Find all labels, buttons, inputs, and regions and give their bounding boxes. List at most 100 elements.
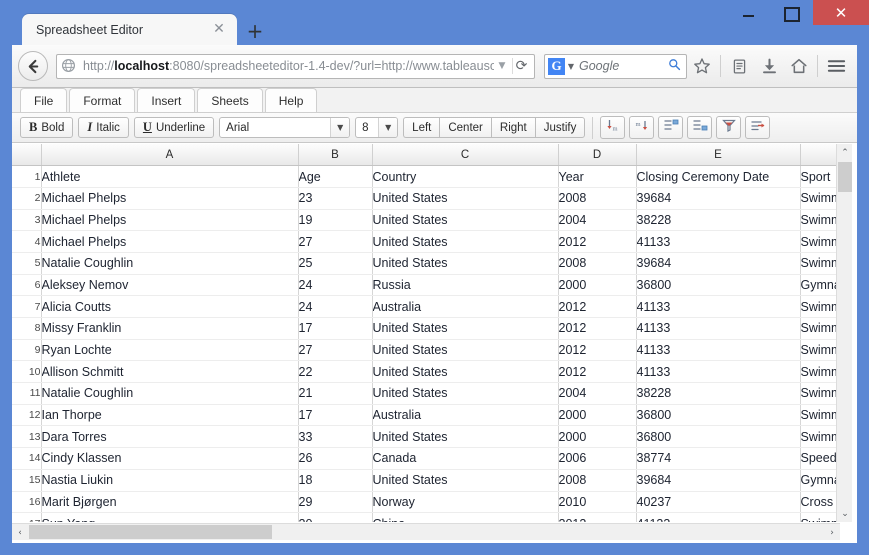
cell[interactable]: Alicia Coutts xyxy=(41,295,299,318)
cell[interactable]: 25 xyxy=(298,252,373,275)
cell[interactable]: 2004 xyxy=(558,382,637,405)
cell[interactable]: 41133 xyxy=(636,230,801,253)
italic-button[interactable]: I Italic xyxy=(78,117,129,138)
cell[interactable]: 38228 xyxy=(636,382,801,405)
cell[interactable]: 2000 xyxy=(558,274,637,297)
cell[interactable]: United States xyxy=(372,187,559,210)
cell[interactable]: Cindy Klassen xyxy=(41,447,299,470)
cell[interactable]: Norway xyxy=(372,491,559,514)
cell[interactable]: United States xyxy=(372,339,559,362)
filter-button[interactable] xyxy=(716,116,742,139)
cell[interactable]: Nastia Liukin xyxy=(41,469,299,492)
cell[interactable]: United States xyxy=(372,469,559,492)
cell[interactable]: 20 xyxy=(298,512,373,522)
horizontal-scrollbar[interactable]: ‹ › xyxy=(12,523,840,540)
insert-row-button[interactable] xyxy=(658,116,684,139)
align-left-button[interactable]: Left xyxy=(403,117,440,138)
cell[interactable]: 22 xyxy=(298,360,373,384)
chevron-down-icon[interactable]: ▼ xyxy=(330,118,350,137)
scroll-down-icon[interactable]: ⌄ xyxy=(837,505,853,522)
cell[interactable]: 17 xyxy=(298,317,373,340)
column-header-e[interactable]: E xyxy=(636,144,801,167)
cell[interactable]: Swimming xyxy=(800,404,840,427)
cell[interactable]: Swimming xyxy=(800,317,840,340)
cell[interactable]: Swimming xyxy=(800,252,840,275)
row-header[interactable]: 9 xyxy=(12,339,42,362)
cell[interactable]: 40237 xyxy=(636,491,801,514)
vertical-scrollbar[interactable]: ⌃ ⌄ xyxy=(836,144,852,522)
cell[interactable]: Swimming xyxy=(800,339,840,362)
cell[interactable]: Swimming xyxy=(800,230,840,253)
column-header-b[interactable]: B xyxy=(298,144,373,167)
scroll-left-icon[interactable]: ‹ xyxy=(12,524,28,541)
cell[interactable]: China xyxy=(372,512,559,522)
reload-icon[interactable]: ⟳ xyxy=(512,58,530,74)
cell[interactable]: Ryan Lochte xyxy=(41,339,299,362)
align-center-button[interactable]: Center xyxy=(439,117,491,138)
cell[interactable]: Ian Thorpe xyxy=(41,404,299,427)
cell[interactable]: Sun Yang xyxy=(41,512,299,522)
address-bar[interactable]: http://localhost:8080/spreadsheeteditor-… xyxy=(56,53,535,79)
column-header-c[interactable]: C xyxy=(372,144,559,167)
cell[interactable]: 2012 xyxy=(558,360,637,384)
sort-ascending-button[interactable]: m xyxy=(600,116,626,139)
scroll-right-icon[interactable]: › xyxy=(824,524,840,541)
row-header[interactable]: 7 xyxy=(12,295,42,318)
cell[interactable]: United States xyxy=(372,317,559,340)
chevron-down-icon[interactable]: ▼ xyxy=(565,62,577,71)
cell[interactable]: Missy Franklin xyxy=(41,317,299,340)
cell[interactable]: 21 xyxy=(298,382,373,405)
cell[interactable]: United States xyxy=(372,252,559,275)
cell[interactable]: 39684 xyxy=(636,187,801,210)
row-header[interactable]: 12 xyxy=(12,404,42,427)
cell[interactable]: 26 xyxy=(298,447,373,470)
row-header[interactable]: 8 xyxy=(12,317,42,340)
minimize-button[interactable] xyxy=(727,0,770,25)
cell[interactable]: Swimming xyxy=(800,360,840,384)
cell[interactable]: 2008 xyxy=(558,469,637,492)
row-header[interactable]: 14 xyxy=(12,447,42,470)
cell[interactable]: Natalie Coughlin xyxy=(41,382,299,405)
cell[interactable]: United States xyxy=(372,209,559,232)
select-all-corner[interactable] xyxy=(12,144,42,167)
row-header[interactable]: 16 xyxy=(12,491,42,514)
row-header[interactable]: 5 xyxy=(12,252,42,275)
align-right-button[interactable]: Right xyxy=(490,117,535,138)
scroll-up-icon[interactable]: ⌃ xyxy=(837,144,853,161)
row-header[interactable]: 2 xyxy=(12,187,42,210)
cell[interactable]: United States xyxy=(372,425,559,449)
cell[interactable]: Michael Phelps xyxy=(41,209,299,232)
cell[interactable]: 38228 xyxy=(636,209,801,232)
cell[interactable]: United States xyxy=(372,382,559,405)
row-header[interactable]: 11 xyxy=(12,382,42,405)
vertical-scrollbar-thumb[interactable] xyxy=(838,162,852,192)
cell[interactable]: Swimming xyxy=(800,425,840,449)
spreadsheet-grid[interactable]: A B C D E 1 Athlete Age Country Year Closing … xyxy=(12,144,840,522)
cell[interactable]: Swimming xyxy=(800,295,840,318)
close-icon[interactable]: ✕ xyxy=(211,21,227,38)
cell[interactable]: United States xyxy=(372,230,559,253)
cell[interactable]: 39684 xyxy=(636,469,801,492)
cell[interactable]: 33 xyxy=(298,425,373,449)
cell[interactable]: Gymnastics xyxy=(800,469,840,492)
cell[interactable]: 41133 xyxy=(636,317,801,340)
cell[interactable]: 38774 xyxy=(636,447,801,470)
cell[interactable]: 39684 xyxy=(636,252,801,275)
cell[interactable]: 2006 xyxy=(558,447,637,470)
cell[interactable]: Aleksey Nemov xyxy=(41,274,299,297)
search-bar[interactable]: G ▼ Google xyxy=(544,53,687,79)
cell[interactable]: 24 xyxy=(298,274,373,297)
cell[interactable]: 41133 xyxy=(636,339,801,362)
cell[interactable]: 2012 xyxy=(558,317,637,340)
bold-button[interactable]: B Bold xyxy=(20,117,74,138)
cell[interactable]: 2012 xyxy=(558,230,637,253)
download-icon[interactable] xyxy=(754,51,784,81)
sort-descending-button[interactable]: m xyxy=(629,116,655,139)
cell[interactable]: Dara Torres xyxy=(41,425,299,449)
cell[interactable]: Swimming xyxy=(800,512,840,522)
cell[interactable]: Athlete xyxy=(41,165,299,188)
search-icon[interactable] xyxy=(665,58,683,75)
cell[interactable]: 41133 xyxy=(636,512,801,522)
cell[interactable]: 23 xyxy=(298,187,373,210)
cell[interactable]: 36800 xyxy=(636,404,801,427)
